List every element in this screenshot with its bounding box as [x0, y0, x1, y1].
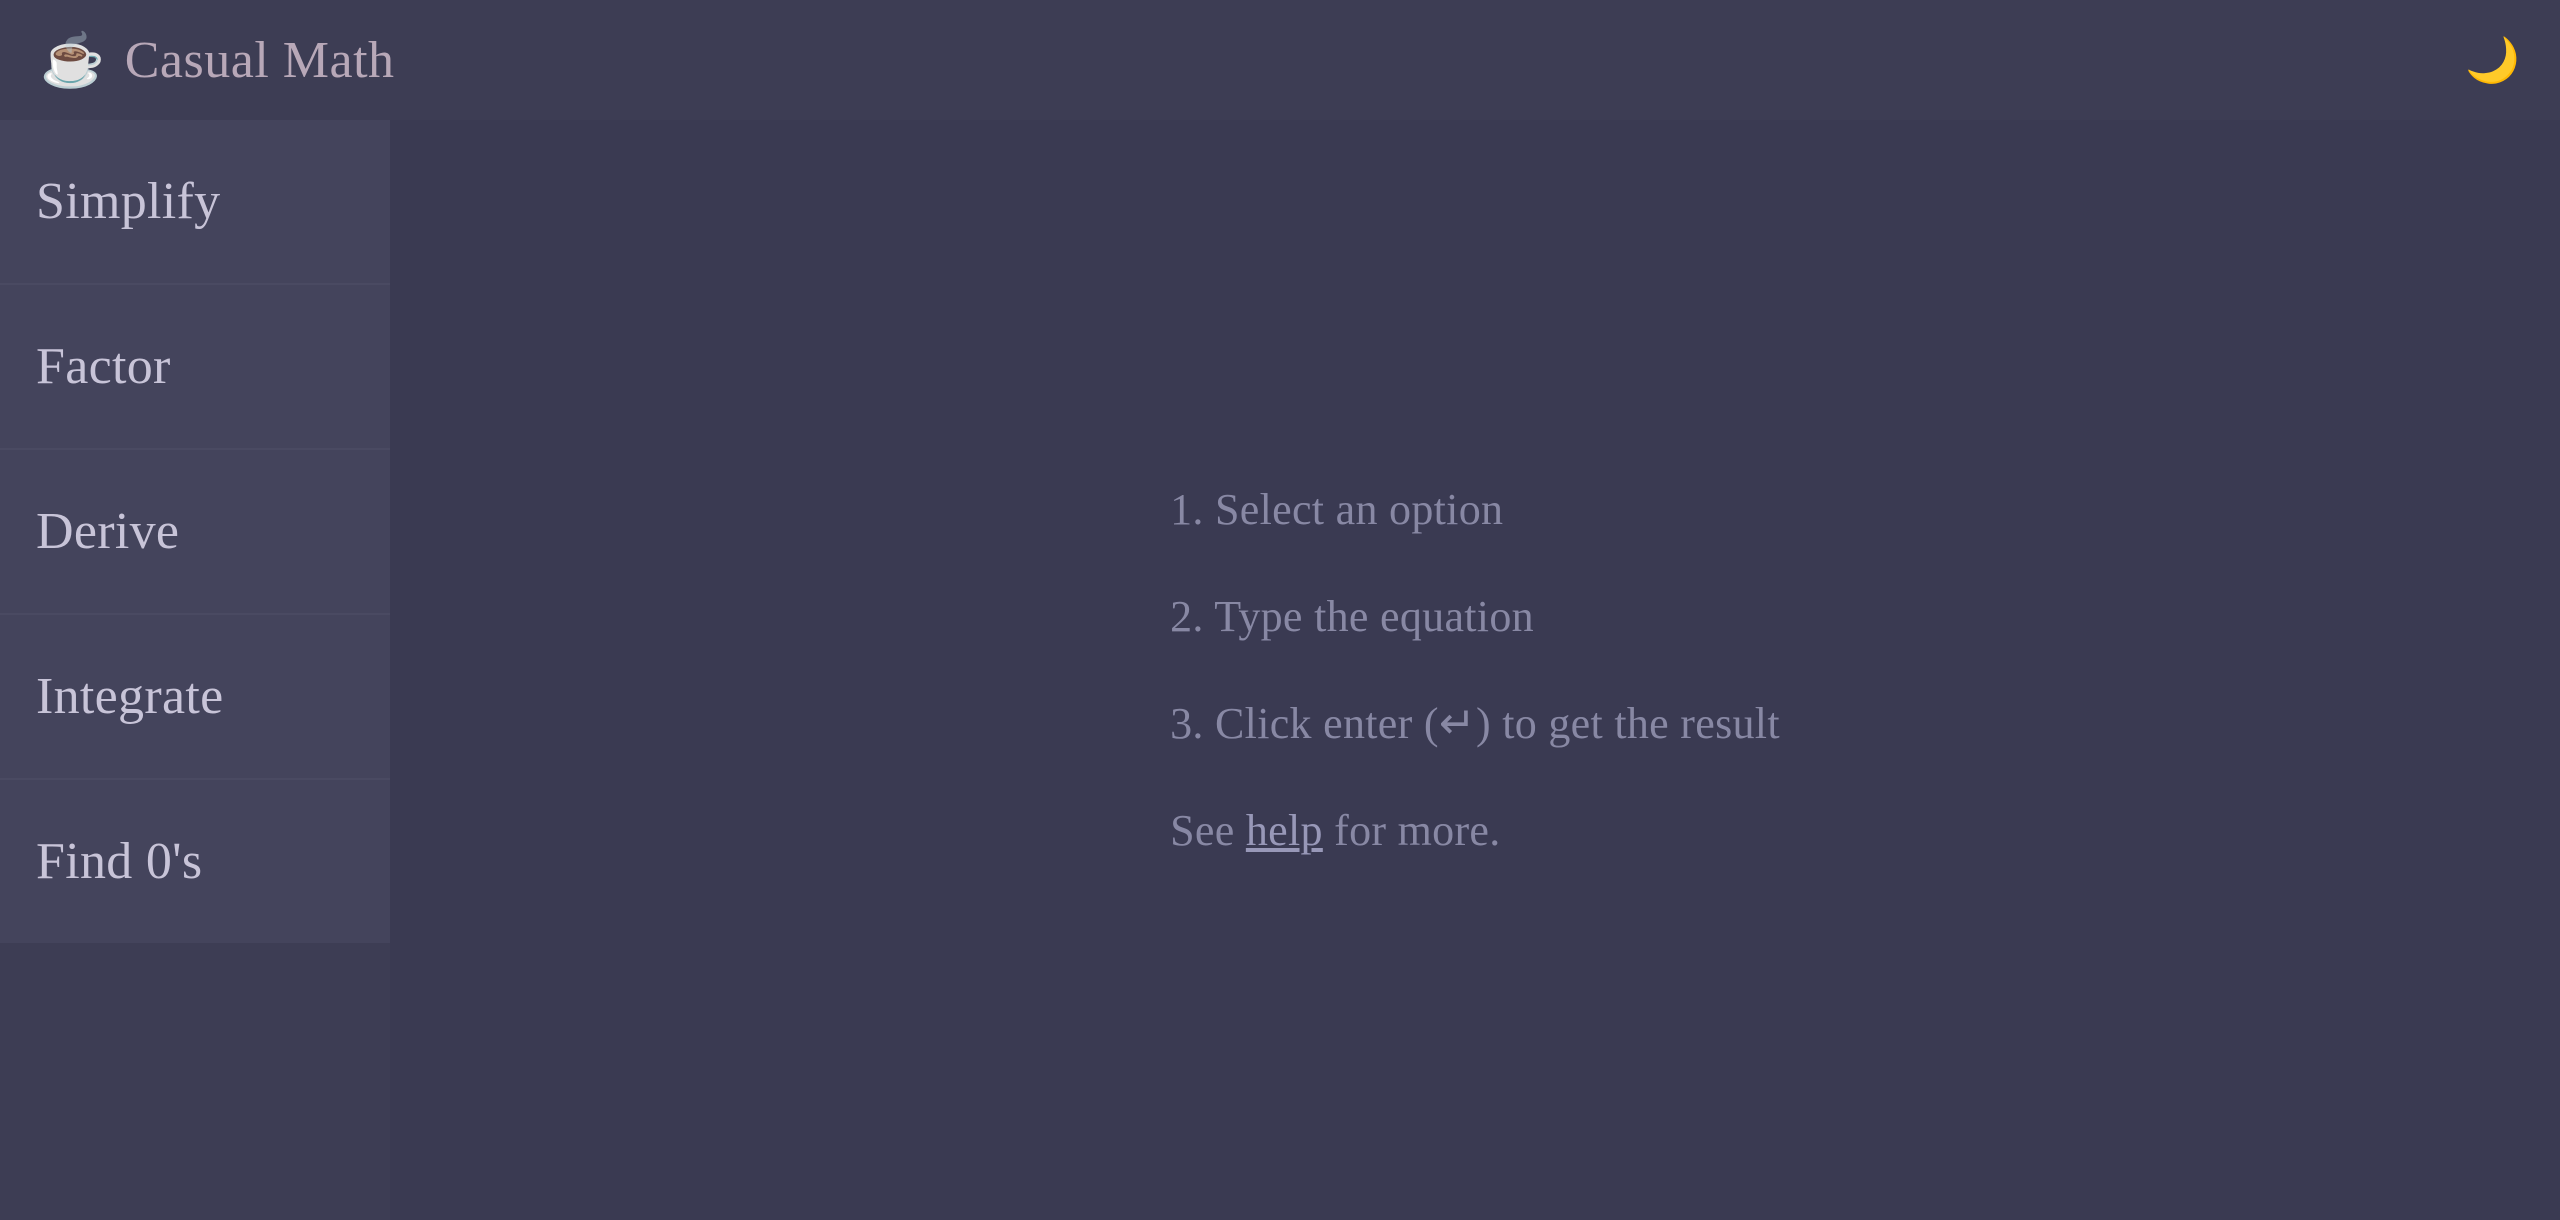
header-left: ☕ Casual Math [40, 30, 395, 91]
help-text: See help for more. [1170, 805, 1780, 856]
sidebar-item-integrate[interactable]: Integrate [0, 615, 390, 780]
theme-toggle-button[interactable]: 🌙 [2465, 34, 2520, 86]
help-suffix: for more. [1323, 806, 1501, 855]
app-header: ☕ Casual Math 🌙 [0, 0, 2560, 120]
main-layout: Simplify Factor Derive Integrate Find 0'… [0, 120, 2560, 1220]
coffee-icon: ☕ [40, 30, 105, 91]
sidebar-item-find-zeros[interactable]: Find 0's [0, 780, 390, 943]
help-link[interactable]: help [1246, 806, 1323, 855]
sidebar: Simplify Factor Derive Integrate Find 0'… [0, 120, 390, 1220]
instruction-step-1: 1. Select an option [1170, 484, 1780, 535]
sidebar-item-factor[interactable]: Factor [0, 285, 390, 450]
content-area: 1. Select an option 2. Type the equation… [390, 120, 2560, 1220]
instruction-step-3: 3. Click enter (↵) to get the result [1170, 698, 1780, 749]
instructions-panel: 1. Select an option 2. Type the equation… [1110, 424, 1840, 916]
instruction-step-2: 2. Type the equation [1170, 591, 1780, 642]
app-title: Casual Math [125, 31, 395, 90]
sidebar-item-simplify[interactable]: Simplify [0, 120, 390, 285]
sidebar-item-derive[interactable]: Derive [0, 450, 390, 615]
help-prefix: See [1170, 806, 1246, 855]
